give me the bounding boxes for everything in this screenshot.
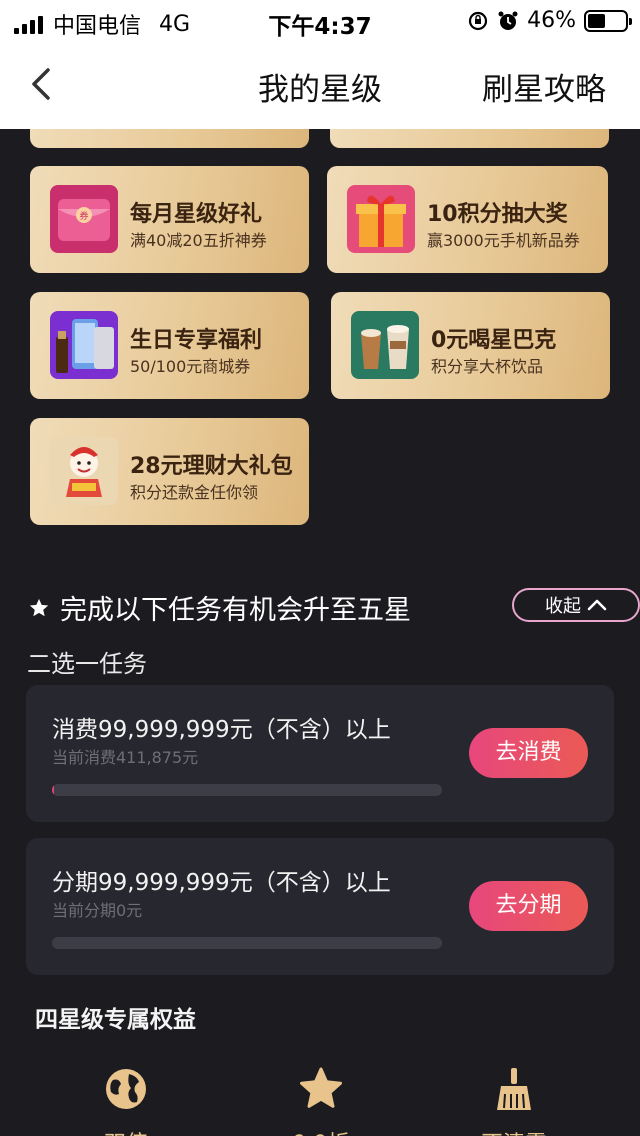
perk-card-lottery[interactable]: 10积分抽大奖 赢3000元手机新品券: [327, 166, 608, 273]
rotation-lock-icon: [468, 11, 488, 30]
perk-card-partial[interactable]: [30, 129, 309, 148]
chevron-up-icon: [587, 599, 607, 611]
rights-section-title: 四星级专属权益: [35, 1007, 196, 1033]
perk-card-partial[interactable]: [330, 129, 609, 148]
task-current-value: 当前分期0元: [52, 901, 143, 920]
battery-percent: 46%: [527, 8, 576, 33]
coffee-cup-icon: [351, 311, 419, 379]
perk-title: 生日专享福利: [130, 328, 263, 353]
right-item-discount[interactable]: 9.9折: [261, 1066, 381, 1136]
perk-subtitle: 赢3000元手机新品券: [427, 231, 580, 250]
star-icon: [29, 598, 49, 616]
battery-fill: [588, 13, 605, 28]
task-title: 消费99,999,999元（不含）以上: [52, 717, 391, 743]
task-group-label: 二选一任务: [27, 650, 147, 678]
broom-icon: [497, 1068, 531, 1110]
right-label: 9.9折: [261, 1126, 381, 1136]
go-installment-button[interactable]: 去分期: [469, 881, 588, 931]
right-item-no-reset[interactable]: 不清零: [454, 1066, 574, 1136]
perk-subtitle: 积分享大杯饮品: [431, 357, 544, 376]
task-title: 分期99,999,999元（不含）以上: [52, 870, 391, 896]
perk-card-starbucks[interactable]: 0元喝星巴克 积分享大杯饮品: [331, 292, 610, 399]
battery-icon: [584, 9, 632, 32]
task-card-spend: 消费99,999,999元（不含）以上 当前消费411,875元 去消费: [26, 685, 614, 822]
section-title: 完成以下任务有机会升至五星: [60, 595, 411, 626]
perk-subtitle: 满40减20五折神券: [130, 231, 267, 250]
gift-box-icon: [347, 185, 415, 253]
perk-title: 0元喝星巴克: [431, 328, 557, 353]
perk-title: 10积分抽大奖: [427, 202, 568, 227]
red-envelope-icon: 券: [50, 185, 118, 253]
perk-title: 每月星级好礼: [130, 202, 263, 227]
nav-bar: 我的星级 刷星攻略: [0, 40, 640, 129]
perk-subtitle: 积分还款金任你领: [130, 483, 259, 502]
globe-icon: [106, 1069, 146, 1109]
right-label: 双倍: [66, 1126, 186, 1136]
task-progress-bar: [52, 784, 442, 796]
collapse-button[interactable]: 收起: [512, 588, 640, 622]
right-item-double[interactable]: 双倍: [66, 1066, 186, 1136]
status-bar: 中国电信 4G 下午4:37 46%: [0, 0, 640, 40]
fortune-god-icon: [50, 437, 118, 505]
svg-text:券: 券: [79, 210, 88, 222]
perk-subtitle: 50/100元商城券: [130, 357, 251, 376]
perk-card-finance[interactable]: 28元理财大礼包 积分还款金任你领: [30, 418, 309, 525]
perk-card-monthly-gift[interactable]: 券 每月星级好礼 满40减20五折神券: [30, 166, 309, 273]
perk-title: 28元理财大礼包: [130, 454, 293, 479]
task-card-installment: 分期99,999,999元（不含）以上 当前分期0元 去分期: [26, 838, 614, 975]
tasks-section-header: 完成以下任务有机会升至五星: [28, 588, 411, 627]
go-spend-button[interactable]: 去消费: [469, 728, 588, 778]
right-label: 不清零: [454, 1126, 574, 1136]
collapse-label: 收起: [545, 596, 581, 617]
star-icon: [300, 1067, 342, 1108]
task-current-value: 当前消费411,875元: [52, 748, 199, 767]
task-progress-fill: [52, 784, 54, 796]
star-guide-link[interactable]: 刷星攻略: [482, 64, 606, 109]
phone-gift-icon: [50, 311, 118, 379]
perk-card-birthday[interactable]: 生日专享福利 50/100元商城券: [30, 292, 309, 399]
task-progress-bar: [52, 937, 442, 949]
alarm-icon: [498, 11, 518, 30]
